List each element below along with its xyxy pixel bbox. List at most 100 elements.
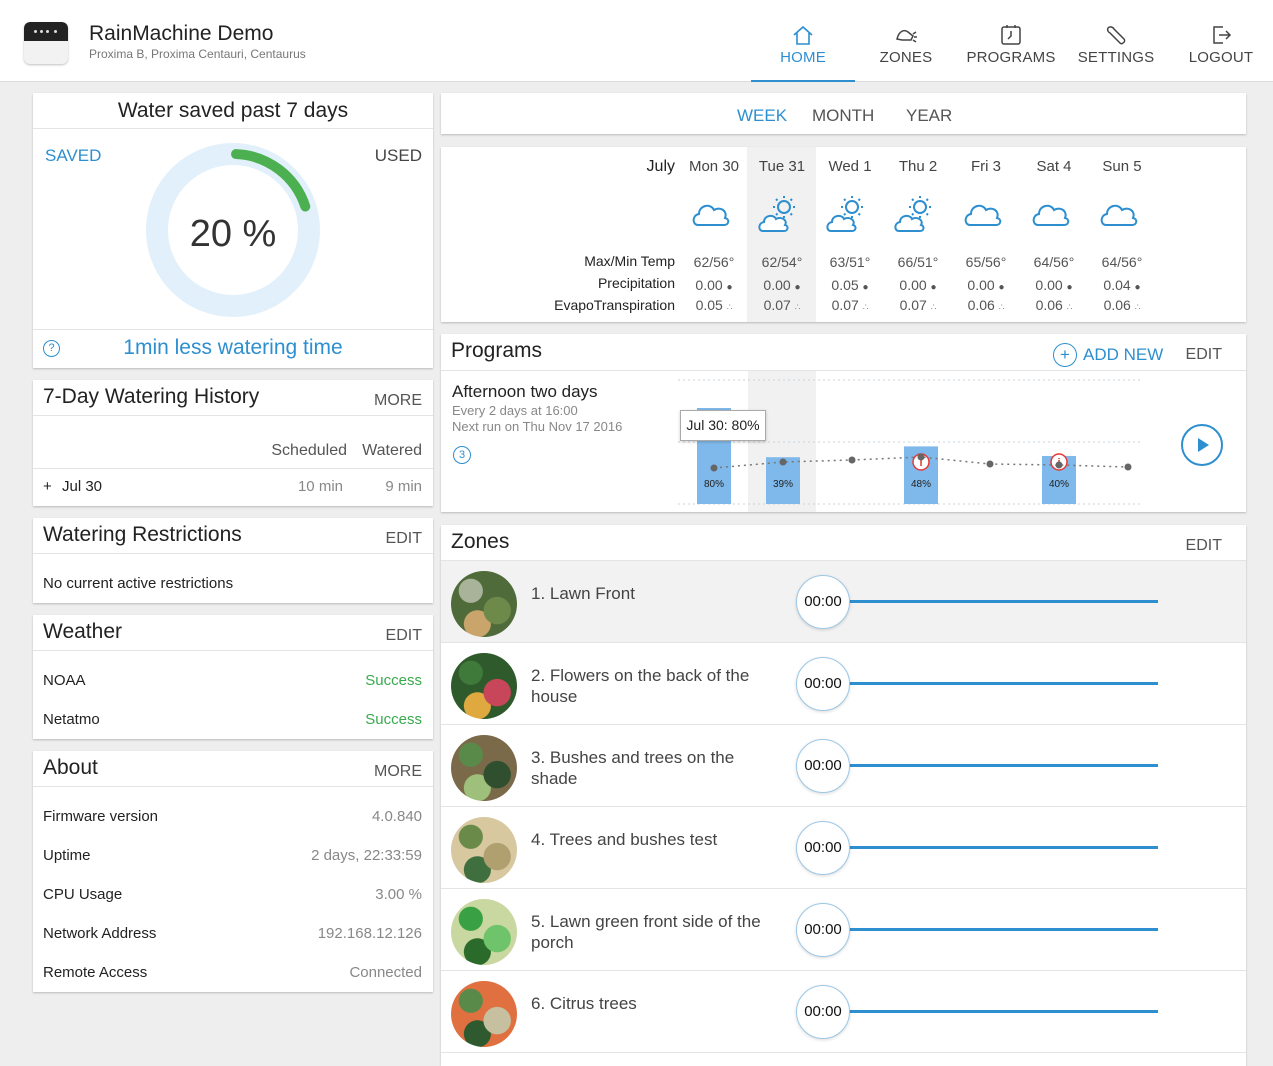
restrictions-status: No current active restrictions [43,575,234,592]
tab-year[interactable]: YEAR [906,106,952,126]
program-run-bar-label: 80% [704,479,724,490]
zone-row[interactable]: 3. Bushes and trees on the shade 00:00 [441,725,1246,807]
zone-name: 5. Lawn green front side of the porch [531,912,761,952]
nav-logout[interactable]: LOGOUT [1169,0,1273,82]
history-date: Jul 30 [62,478,103,495]
temp-label: Max/Min Temp [584,253,675,269]
forecast-et: 0.06 ∴ [967,297,1005,313]
precip-label: Precipitation [597,275,675,291]
forecast-day: Fri 3 65/56° 0.00 ● 0.06 ∴ [952,147,1020,322]
drop-icon: ● [794,282,801,293]
forecast-card: July Max/Min Temp Precipitation EvapoTra… [441,147,1246,322]
zone-row[interactable]: 6. Citrus trees 00:00 [441,971,1246,1053]
forecast-precip: 0.04 ● [1103,277,1141,293]
zone-duration-slider[interactable] [847,764,1158,767]
forecast-precip: 0.00 ● [763,277,801,293]
forecast-temp: 62/56° [693,254,735,270]
zone-duration-slider[interactable] [847,1010,1158,1013]
evaporation-icon: ∴ [862,302,869,312]
about-firmware: Firmware version 4.0.840 [43,808,422,825]
expand-icon[interactable]: + [43,478,52,495]
program-schedule: Every 2 days at 16:00 [452,403,578,418]
device-logo [24,22,68,64]
nav-settings[interactable]: SETTINGS [1064,0,1168,82]
nav-home[interactable]: HOME [751,0,855,82]
history-row[interactable]: + Jul 30 10 min 9 min [43,478,422,495]
drop-icon: ● [998,282,1005,293]
forecast-et: 0.07 ∴ [763,297,801,313]
program-trend-point [848,456,856,464]
about-title: About [43,756,98,779]
history-more-link[interactable]: MORE [374,392,422,410]
drop-icon: ● [930,282,937,293]
app-location: Proxima B, Proxima Centauri, Centaurus [89,47,306,61]
zone-timer[interactable]: 00:00 [796,575,850,629]
zone-row[interactable]: 1. Lawn Front 00:00 [441,561,1246,643]
cloud-icon [964,204,1002,226]
forecast-day: Mon 30 62/56° 0.00 ● 0.05 ∴ [680,147,748,322]
saved-label: SAVED [45,146,102,165]
forecast-precip: 0.00 ● [695,277,733,293]
saved-percent: 20 % [189,213,277,255]
zone-timer[interactable]: 00:00 [796,739,850,793]
weather-edit-link[interactable]: EDIT [386,627,422,645]
cloud-icon [1100,204,1138,226]
plus-icon: + [1053,343,1077,367]
zone-duration-slider[interactable] [847,600,1158,603]
zone-row[interactable]: 2. Flowers on the back of the house 00:00 [441,643,1246,725]
zones-title: Zones [451,530,510,553]
zone-row[interactable]: 5. Lawn green front side of the porch 00:… [441,889,1246,971]
sprinkler-icon [896,29,917,43]
evaporation-icon: ∴ [1066,302,1073,312]
zone-duration-slider[interactable] [847,846,1158,849]
program-run-bar-label: 40% [1049,479,1069,490]
zone-row[interactable]: 4. Trees and bushes test 00:00 [441,807,1246,889]
cloud-icon [1032,204,1070,226]
forecast-et: 0.07 ∴ [831,297,869,313]
weather-source-name: NOAA [43,672,86,689]
evaporation-icon: ∴ [726,302,733,312]
zone-timer[interactable]: 00:00 [796,903,850,957]
zone-photo [451,899,517,965]
zones-edit-link[interactable]: EDIT [1186,537,1222,555]
forecast-temp: 66/51° [897,254,939,270]
programs-edit-link[interactable]: EDIT [1186,346,1222,364]
weather-source-row: Netatmo Success [43,711,422,728]
zone-timer[interactable]: 00:00 [796,657,850,711]
zone-timer[interactable]: 00:00 [796,985,850,1039]
zone-name: 3. Bushes and trees on the shade [531,748,735,788]
col-scheduled: Scheduled [271,442,347,459]
zone-name: 4. Trees and bushes test [531,830,718,849]
evaporation-icon: ∴ [1134,302,1141,312]
about-card: About MORE Firmware version 4.0.840 Uptim… [33,751,433,992]
col-watered: Watered [362,442,422,459]
forecast-day: Wed 1 63/51° 0.05 ● 0.07 ∴ [816,147,884,322]
zone-name: 6. Citrus trees [531,994,637,1013]
nav-zones[interactable]: ZONES [854,0,958,82]
forecast-day: Thu 2 66/51° 0.00 ● 0.07 ∴ [884,147,952,322]
zone-name: 2. Flowers on the back of the house [531,666,750,706]
forecast-day: Sun 5 64/56° 0.04 ● 0.06 ∴ [1088,147,1156,322]
tab-month[interactable]: MONTH [812,106,874,126]
restrictions-card: Watering Restrictions EDIT No current ac… [33,518,433,603]
logout-icon [1213,26,1232,44]
tab-week[interactable]: WEEK [737,106,787,126]
forecast-day-name: Fri 3 [971,158,1001,175]
nav-programs[interactable]: PROGRAMS [959,0,1063,82]
play-icon[interactable] [1181,424,1223,466]
program-trend-point [1055,461,1063,469]
zone-timer[interactable]: 00:00 [796,821,850,875]
forecast-day-name: Tue 31 [758,158,806,175]
about-more-link[interactable]: MORE [374,763,422,781]
restrictions-edit-link[interactable]: EDIT [386,530,422,548]
drop-icon: ● [726,282,733,293]
zone-duration-slider[interactable] [847,928,1158,931]
watering-history-card: 7-Day Watering History MORE Scheduled Wa… [33,380,433,506]
zones-card: Zones EDIT 1. Lawn Front 00:00 2. Flowers … [441,525,1246,1066]
program-trend-point [710,464,718,472]
zone-photo [451,653,517,719]
zone-duration-slider[interactable] [847,682,1158,685]
restrictions-title: Watering Restrictions [43,523,242,546]
weather-source-name: Netatmo [43,711,100,728]
forecast-temp: 65/56° [965,254,1007,270]
